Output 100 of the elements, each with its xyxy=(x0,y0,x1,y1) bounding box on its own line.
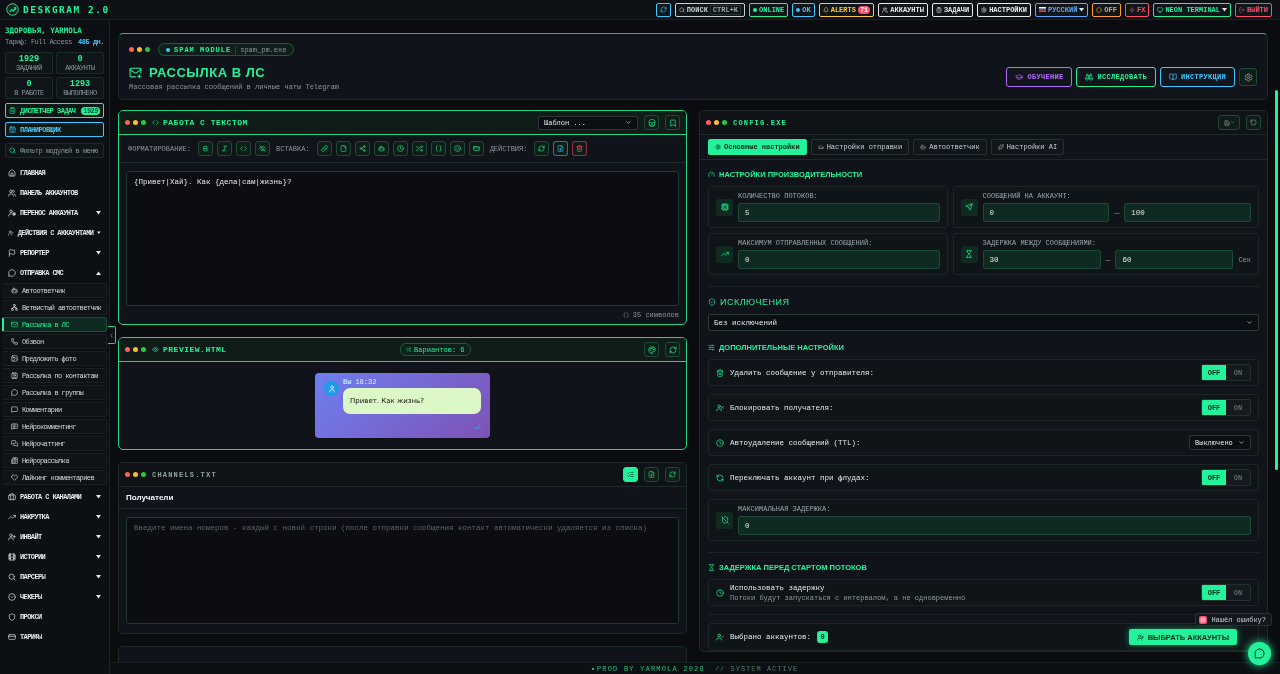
image-icon xyxy=(11,355,18,362)
sparkles-icon xyxy=(997,144,1004,150)
stat-value: 1929 xyxy=(18,54,40,64)
refresh-icon xyxy=(538,145,546,152)
chat-bubble-icon xyxy=(1254,648,1265,659)
settings-button[interactable] xyxy=(1239,68,1257,86)
refresh-button[interactable] xyxy=(665,342,680,357)
palette-button[interactable] xyxy=(644,342,659,357)
toolbar-button[interactable] xyxy=(449,141,465,156)
toolbar-button[interactable] xyxy=(217,141,232,156)
user-minus-icon xyxy=(8,229,14,237)
sliders-icon xyxy=(708,344,715,351)
phone-icon xyxy=(11,338,18,345)
card-title: PREVIEW.HTML xyxy=(152,345,227,354)
bug-icon xyxy=(1200,616,1207,623)
envelope-icon xyxy=(11,321,18,328)
window-dots xyxy=(125,347,146,352)
app-logo-text: DESKGRAM 2.0 xyxy=(23,4,110,15)
share-icon xyxy=(358,145,366,152)
binoculars-icon xyxy=(1085,73,1094,81)
bookmark-icon xyxy=(668,118,677,127)
toolbar-button[interactable] xyxy=(316,141,332,156)
window-dots xyxy=(125,472,146,477)
chart-icon xyxy=(720,250,729,258)
chevron-left-icon xyxy=(108,331,115,339)
code-icon xyxy=(240,145,247,152)
stat-value: 0 xyxy=(77,54,83,64)
toolbar-button[interactable] xyxy=(335,141,351,156)
toolbar-button[interactable] xyxy=(236,141,251,156)
shuffle-icon xyxy=(406,347,412,352)
calendar-icon xyxy=(9,126,16,133)
card-icon xyxy=(472,145,480,152)
file-download-icon xyxy=(557,145,565,152)
logout-icon xyxy=(1239,6,1245,13)
collapse-handle[interactable] xyxy=(108,326,116,344)
gauge-icon xyxy=(708,171,715,178)
scrollbar-thumb[interactable] xyxy=(1275,90,1278,470)
book-icon xyxy=(1169,73,1177,81)
reset-icon xyxy=(1250,119,1257,126)
send-icon xyxy=(965,203,974,211)
toolbar-button[interactable] xyxy=(430,141,446,156)
bookmark-button[interactable] xyxy=(665,115,680,130)
toolbar-button[interactable] xyxy=(198,141,213,156)
chat-bubble-icon xyxy=(11,389,18,396)
save-menu-button[interactable] xyxy=(1218,115,1240,130)
user-x-icon xyxy=(716,403,724,412)
user-check-icon xyxy=(716,633,724,641)
double-check-icon xyxy=(474,424,481,431)
code-icon xyxy=(152,119,159,126)
users-icon xyxy=(882,6,889,13)
logo-icon xyxy=(6,3,19,16)
toolbar-button[interactable] xyxy=(392,141,408,156)
chat-bubble-icon xyxy=(8,269,16,277)
home-icon xyxy=(8,169,16,177)
toolbar-button[interactable] xyxy=(468,141,484,156)
clock-icon xyxy=(716,588,724,597)
list-button[interactable] xyxy=(623,467,638,482)
refresh-icon xyxy=(716,473,724,482)
window-dots xyxy=(129,47,150,52)
monitor-icon xyxy=(1157,6,1164,13)
toolbar-button[interactable] xyxy=(373,141,389,156)
stat-value: 0 xyxy=(26,79,32,89)
settings-icon xyxy=(1243,72,1253,82)
users-icon xyxy=(8,189,16,197)
car-icon xyxy=(817,144,824,150)
message-text-icon xyxy=(11,423,18,430)
user-plus-icon xyxy=(1136,633,1144,641)
store-icon xyxy=(647,118,656,127)
file-icon xyxy=(339,145,347,152)
chevron-down-icon xyxy=(1238,439,1245,446)
search-icon xyxy=(678,6,685,13)
newspaper-icon xyxy=(11,457,18,464)
toolbar-button[interactable] xyxy=(354,141,370,156)
bolt-icon xyxy=(1128,6,1135,13)
caret-down-icon xyxy=(1079,7,1085,12)
check-circle-icon xyxy=(8,593,16,601)
chevron-down-icon xyxy=(1246,319,1253,326)
search-icon xyxy=(8,573,16,581)
graduation-cap-icon xyxy=(1015,73,1024,81)
card-icon xyxy=(8,633,16,641)
refresh-button[interactable] xyxy=(655,2,671,17)
reset-button[interactable] xyxy=(1246,115,1261,130)
window-dots xyxy=(706,120,727,125)
flag-icon xyxy=(8,249,16,257)
trash-icon xyxy=(576,145,584,152)
shield-icon xyxy=(8,613,16,621)
toolbar-button[interactable] xyxy=(411,141,427,156)
avatar-icon xyxy=(324,381,339,396)
toolbar-button[interactable] xyxy=(534,141,550,156)
toolbar-button[interactable] xyxy=(255,141,270,156)
search-icon xyxy=(9,147,16,154)
user-gear-icon xyxy=(8,209,16,217)
save-icon xyxy=(1223,119,1230,126)
envelope-icon xyxy=(129,66,142,79)
heart-icon xyxy=(11,474,18,481)
store-button[interactable] xyxy=(644,115,659,130)
network-icon xyxy=(11,304,18,311)
list-icon xyxy=(627,471,634,478)
file-upload-button[interactable] xyxy=(644,467,659,482)
robot-icon xyxy=(377,145,385,152)
